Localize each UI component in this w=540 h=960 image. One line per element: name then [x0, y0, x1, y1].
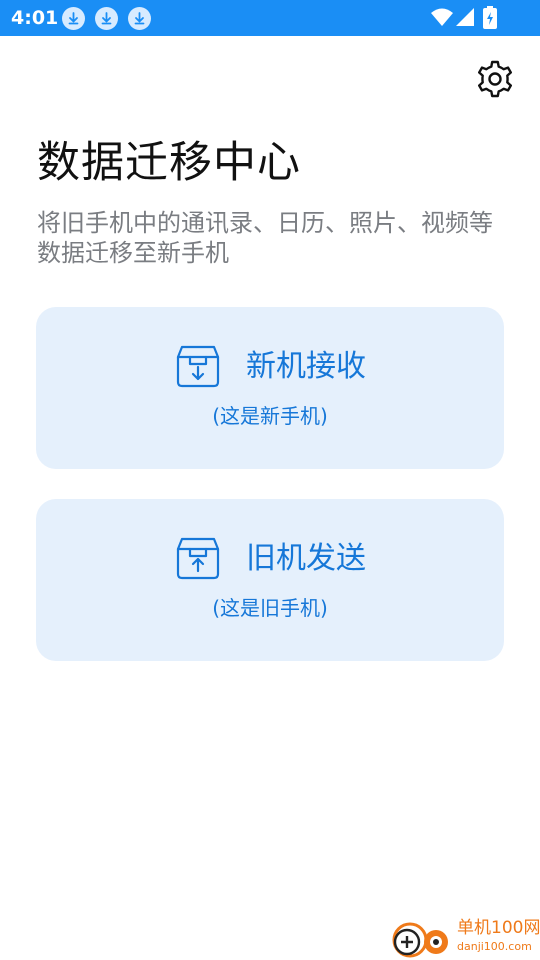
- receive-option-label: 新机接收: [246, 349, 366, 384]
- watermark-logo-icon: [392, 922, 448, 958]
- download-icon: [62, 7, 85, 30]
- page-title: 数据迁移中心: [37, 138, 301, 188]
- box-download-icon: [176, 345, 220, 388]
- battery-charging-icon: [482, 6, 498, 30]
- page-subtitle: 将旧手机中的通讯录、日历、照片、视频等数据迁移至新手机: [37, 209, 493, 267]
- box-upload-icon: [176, 537, 220, 580]
- receive-on-new-phone-button[interactable]: 新机接收 (这是新手机): [36, 307, 504, 469]
- receive-option-hint: (这是新手机): [212, 404, 328, 428]
- send-option-label: 旧机发送: [246, 541, 366, 576]
- wifi-icon: [430, 6, 454, 30]
- download-icon: [128, 7, 151, 30]
- status-bar: 4:01: [0, 0, 540, 36]
- watermark-url: danji100.com: [457, 940, 532, 953]
- send-option-hint: (这是旧手机): [212, 596, 328, 620]
- signal-icon: [455, 6, 475, 30]
- settings-button[interactable]: [474, 58, 516, 100]
- watermark-name: 单机100网: [457, 918, 540, 938]
- gear-icon: [478, 60, 512, 98]
- watermark: 单机100网 danji100.com: [390, 914, 540, 960]
- send-from-old-phone-button[interactable]: 旧机发送 (这是旧手机): [36, 499, 504, 661]
- download-icon: [95, 7, 118, 30]
- status-time: 4:01: [11, 7, 59, 29]
